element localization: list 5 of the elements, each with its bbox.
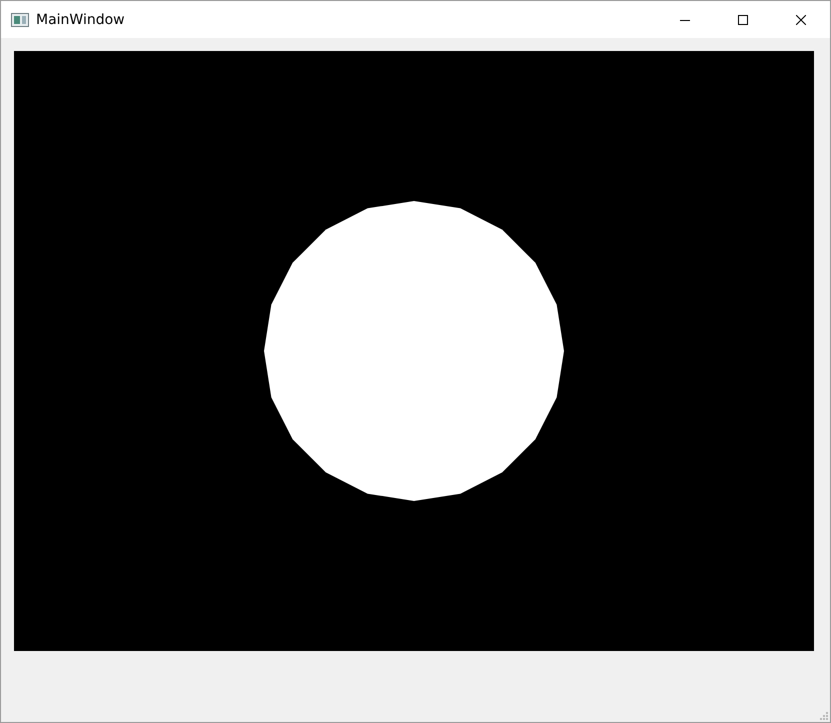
- close-icon: [796, 14, 806, 24]
- app-icon: [11, 12, 29, 26]
- size-grip-icon[interactable]: [819, 711, 829, 721]
- window-title: MainWindow: [36, 12, 125, 28]
- maximize-icon: [738, 14, 748, 24]
